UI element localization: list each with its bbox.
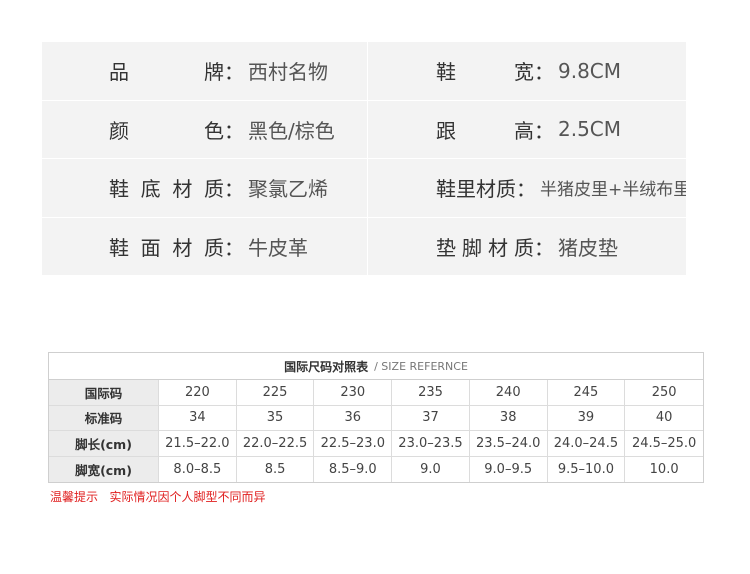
table-row: 标准码 34 35 36 37 38 39 40 [49,405,703,431]
spec-value: 2.5CM [558,117,622,142]
spec-colon: ： [224,177,244,202]
table-row: 脚长(cm) 21.5–22.0 22.0–22.5 22.5–23.0 23.0–23… [49,431,703,457]
table-cell: 35 [237,405,315,430]
table-cell: 23.0–23.5 [392,431,470,456]
row-header: 脚宽(cm) [49,456,159,482]
table-cell: 9.0–9.5 [470,456,548,482]
row-header: 标准码 [49,405,159,430]
table-cell: 34 [159,405,237,430]
table-cell: 230 [314,380,393,405]
row-header: 国际码 [49,380,159,405]
spec-value: 聚氯乙烯 [248,177,328,202]
spec-cell-insole-material: 垫脚材质 ： 猪皮垫 [368,217,686,276]
spec-colon: ： [224,60,244,85]
table-cell: 220 [159,380,237,405]
table-row: 国际码 220 225 230 235 240 245 250 [49,380,703,406]
spec-cell-color: 颜色 ： 黑色/棕色 [42,100,368,159]
table-cell: 240 [470,380,548,405]
table-cell: 36 [314,405,393,430]
table-cell: 38 [470,405,548,430]
spec-label: 垫脚材质 [436,235,534,260]
spec-colon: ： [534,235,554,260]
spec-cell-heel-height: 跟高 ： 2.5CM [368,100,686,159]
spec-colon: ： [516,177,536,202]
table-cell: 235 [392,380,470,405]
spec-colon: ： [224,235,244,260]
table-cell: 24.5–25.0 [631,435,697,451]
size-chart-title: 国际尺码对照表 / SIZE REFERNCE [49,353,703,380]
spec-label: 品牌 [109,60,224,85]
spec-value: 牛皮革 [248,235,308,260]
table-cell: 22.0–22.5 [237,431,315,456]
table-cell: 225 [237,380,315,405]
table-cell: 22.5–23.0 [314,431,393,456]
table-cell: 250 [651,384,677,400]
size-chart-title-en: / SIZE REFERNCE [374,359,468,373]
table-cell: 21.5–22.0 [159,431,237,456]
row-header: 脚长(cm) [49,431,159,456]
table-cell: 8.5 [237,456,315,482]
table-cell: 37 [392,405,470,430]
table-cell: 39 [548,405,626,430]
spec-cell-brand: 品牌 ： 西村名物 [42,42,368,101]
spec-grid: 品牌 ： 西村名物 鞋宽 ： 9.8CM 颜色 ： 黑色/棕色 跟高 ： 2.5… [42,42,686,276]
spec-label: 颜色 [109,118,224,143]
size-note: 温馨提示 实际情况因个人脚型不同而异 [50,490,266,504]
table-cell: 8.0–8.5 [159,456,237,482]
table-cell: 9.0 [392,456,470,482]
size-chart-table: 国际尺码对照表 / SIZE REFERNCE 国际码 220 225 230 235 2… [48,352,704,483]
size-chart-title-cn: 国际尺码对照表 [284,359,369,374]
spec-label: 跟高 [436,118,534,143]
spec-cell-shoe-width: 鞋宽 ： 9.8CM [368,42,686,101]
spec-value: 黑色/棕色 [248,118,335,143]
spec-value: 猪皮垫 [558,235,618,260]
table-cell: 24.0–24.5 [548,431,626,456]
spec-colon: ： [224,118,244,143]
table-cell: 40 [655,410,673,426]
spec-label: 鞋里材质 [436,177,516,202]
spec-label: 鞋底材质 [109,177,224,202]
table-cell: 23.5–24.0 [470,431,548,456]
size-chart-body: 国际码 220 225 230 235 240 245 250 标准码 34 35 36 37 38 39 4… [49,380,703,482]
spec-colon: ： [534,118,554,143]
table-cell: 10.0 [649,461,679,477]
table-cell: 8.5–9.0 [314,456,393,482]
table-cell: 245 [548,380,626,405]
spec-value: 西村名物 [248,60,328,85]
table-row: 脚宽(cm) 8.0–8.5 8.5 8.5–9.0 9.0 9.0–9.5 9.5–10.… [49,456,703,482]
spec-colon: ： [534,60,554,85]
spec-cell-lining-material: 鞋里材质 ： 半猪皮里+半绒布里 [368,159,686,218]
spec-value: 9.8CM [558,58,622,83]
spec-label: 鞋宽 [436,60,534,85]
spec-value: 半猪皮里+半绒布里 [540,180,686,201]
spec-cell-upper-material: 鞋面材质 ： 牛皮革 [42,217,368,276]
spec-cell-sole-material: 鞋底材质 ： 聚氯乙烯 [42,159,368,218]
table-cell: 9.5–10.0 [548,456,626,482]
spec-label: 鞋面材质 [109,235,224,260]
